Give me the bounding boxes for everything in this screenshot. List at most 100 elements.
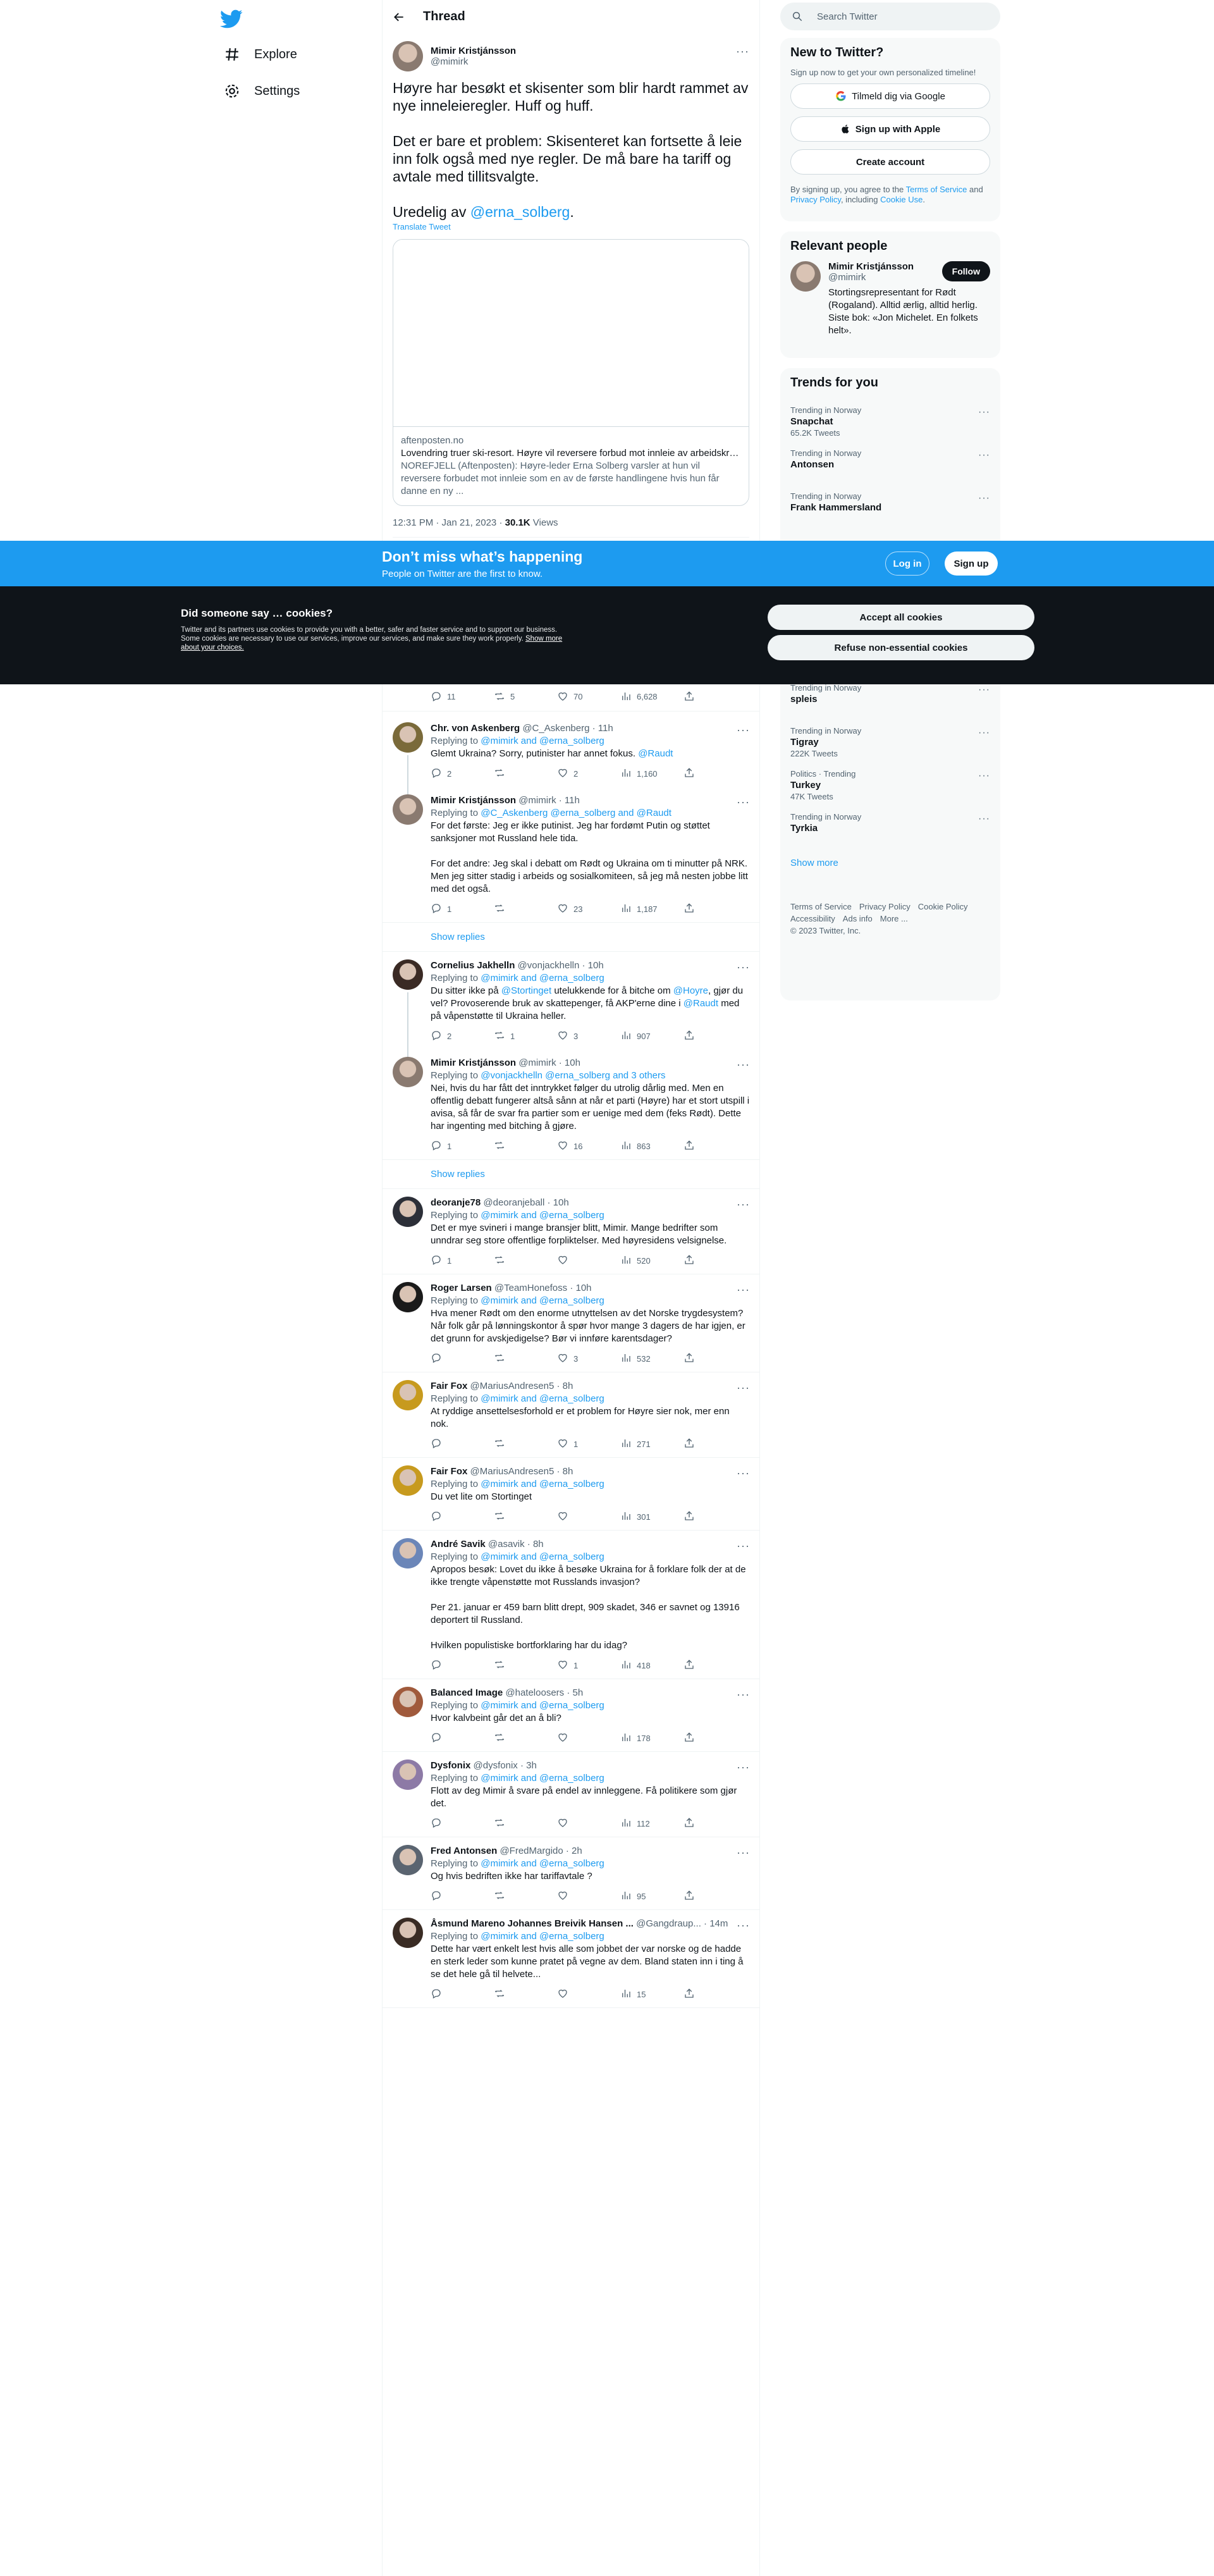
avatar[interactable]	[393, 1282, 423, 1312]
avatar[interactable]	[393, 1057, 423, 1087]
like-button[interactable]	[557, 1510, 620, 1524]
more-options-icon[interactable]: ···	[978, 684, 990, 696]
reply-button[interactable]	[431, 1732, 494, 1745]
avatar[interactable]	[393, 959, 423, 990]
reply-button[interactable]: 1	[431, 1254, 494, 1267]
terms-of-service-link[interactable]: Terms of Service	[906, 185, 967, 194]
trend-item[interactable]: Trending in Norway Tigray 222K Tweets ···	[780, 718, 1000, 761]
author-handle[interactable]: @MariusAndresen5 · 8h	[470, 1381, 573, 1391]
share-button[interactable]	[684, 1988, 747, 2001]
author-name[interactable]: deoranje78	[431, 1197, 481, 1208]
avatar[interactable]	[393, 1759, 423, 1790]
share-button[interactable]	[684, 767, 747, 780]
share-button[interactable]	[684, 1817, 747, 1830]
like-button[interactable]	[557, 1988, 620, 2001]
like-button[interactable]	[557, 1890, 620, 1903]
like-button[interactable]: 70	[557, 691, 620, 702]
avatar[interactable]	[393, 41, 423, 71]
replying-to-mentions[interactable]: @mimirk and @erna_solberg	[481, 736, 604, 746]
reply-tweet[interactable]: Cornelius Jakhelln @vonjackhelln · 10h ··…	[383, 952, 760, 1057]
views-button[interactable]: 418	[620, 1659, 684, 1672]
reply-button[interactable]	[431, 1510, 494, 1524]
author-handle[interactable]: @dysfonix · 3h	[474, 1760, 537, 1771]
retweet-button[interactable]: 1	[494, 1030, 557, 1043]
follow-button[interactable]: Follow	[941, 261, 990, 281]
retweet-button[interactable]	[494, 1988, 557, 2001]
more-options-icon[interactable]: ···	[978, 407, 990, 418]
reply-button[interactable]	[431, 1438, 494, 1451]
share-button[interactable]	[684, 1732, 747, 1745]
more-options-icon[interactable]: ···	[737, 1283, 750, 1297]
reply-button[interactable]	[431, 1352, 494, 1365]
reply-button[interactable]	[431, 1988, 494, 2001]
like-button[interactable]: 1	[557, 1659, 620, 1672]
footer-link[interactable]: Ads info	[843, 914, 873, 923]
back-arrow-icon[interactable]	[393, 11, 405, 23]
more-options-icon[interactable]: ···	[737, 1761, 750, 1774]
views-button[interactable]: 6,628	[620, 691, 684, 702]
cookie-use-link[interactable]: Cookie Use	[880, 195, 923, 204]
replying-to-mentions[interactable]: @mimirk and @erna_solberg	[481, 1551, 604, 1562]
more-options-icon[interactable]: ···	[978, 493, 990, 504]
more-options-icon[interactable]: ···	[737, 961, 750, 974]
replying-to-mentions[interactable]: @mimirk and @erna_solberg	[481, 1479, 604, 1489]
replying-to-mentions[interactable]: @mimirk and @erna_solberg	[481, 1295, 604, 1306]
reply-button[interactable]: 11	[431, 691, 494, 702]
views-button[interactable]: 1,187	[620, 903, 684, 916]
retweet-button[interactable]	[494, 1352, 557, 1365]
author-handle[interactable]: @hateloosers · 5h	[505, 1687, 583, 1698]
retweet-button[interactable]	[494, 1254, 557, 1267]
author-name[interactable]: Dysfonix	[431, 1760, 470, 1771]
reply-tweet[interactable]: Roger Larsen @TeamHonefoss · 10h ··· Reply…	[383, 1274, 760, 1372]
like-button[interactable]	[557, 1732, 620, 1745]
trend-item[interactable]: Trending in Norway Frank Hammersland ···	[780, 484, 1000, 527]
retweet-button[interactable]	[494, 1732, 557, 1745]
retweet-button[interactable]: 5	[494, 691, 557, 702]
reply-tweet[interactable]: Fair Fox @MariusAndresen5 · 8h ··· Replyin…	[383, 1372, 760, 1458]
like-button[interactable]: 2	[557, 767, 620, 780]
replying-to-mentions[interactable]: @mimirk and @erna_solberg	[481, 1858, 604, 1869]
footer-link[interactable]: Cookie Policy	[918, 902, 968, 911]
share-button[interactable]	[684, 691, 747, 702]
author-handle[interactable]: @asavik · 8h	[488, 1539, 544, 1550]
author-handle[interactable]: @MariusAndresen5 · 8h	[470, 1466, 573, 1477]
footer-link[interactable]: More ...	[880, 914, 908, 923]
avatar[interactable]	[790, 261, 821, 292]
reply-button[interactable]: 1	[431, 1140, 494, 1153]
reply-tweet[interactable]: Fair Fox @MariusAndresen5 · 8h ··· Replyin…	[383, 1458, 760, 1531]
reply-button[interactable]	[431, 1659, 494, 1672]
views-button[interactable]: 271	[620, 1438, 684, 1451]
views-button[interactable]: 178	[620, 1732, 684, 1745]
apple-signup-button[interactable]: Sign up with Apple	[790, 116, 990, 142]
more-options-icon[interactable]: ···	[978, 813, 990, 825]
author-name[interactable]: Mimir Kristjánsson	[431, 46, 749, 56]
like-button[interactable]: 23	[557, 903, 620, 916]
like-button[interactable]	[557, 1817, 620, 1830]
author-name[interactable]: André Savik	[431, 1539, 486, 1550]
reply-button[interactable]: 1	[431, 903, 494, 916]
more-options-icon[interactable]: ···	[737, 1058, 750, 1071]
nav-explore[interactable]: Explore	[224, 42, 297, 67]
more-options-icon[interactable]: ···	[978, 770, 990, 782]
show-replies-link[interactable]: Show replies	[383, 923, 760, 952]
avatar[interactable]	[393, 1845, 423, 1875]
author-handle[interactable]: @Gangdraup... · 14m	[636, 1918, 728, 1929]
like-button[interactable]: 3	[557, 1352, 620, 1365]
more-options-icon[interactable]: ···	[737, 796, 750, 809]
trend-item[interactable]: Trending in Norway Snapchat 65.2K Tweets ··…	[780, 398, 1000, 441]
reply-tweet[interactable]: Mimir Kristjánsson @mimirk · 10h ··· Reply…	[383, 1049, 760, 1160]
avatar[interactable]	[393, 1197, 423, 1227]
create-account-button[interactable]: Create account	[790, 149, 990, 175]
mention-link[interactable]: @Stortinget	[501, 985, 551, 996]
accept-cookies-button[interactable]: Accept all cookies	[768, 605, 1034, 630]
avatar[interactable]	[393, 794, 423, 825]
mention-link[interactable]: @Raudt	[638, 748, 673, 759]
reply-tweet[interactable]: deoranje78 @deoranjeball · 10h ··· Replyin…	[383, 1189, 760, 1274]
replying-to-mentions[interactable]: @C_Askenberg @erna_solberg and @Raudt	[481, 808, 671, 818]
share-button[interactable]	[684, 1030, 747, 1043]
translate-tweet-link[interactable]: Translate Tweet	[393, 222, 749, 231]
twitter-logo-icon[interactable]	[220, 8, 243, 30]
signup-button[interactable]: Sign up	[945, 552, 998, 576]
replying-to-mentions[interactable]: @mimirk and @erna_solberg	[481, 1931, 604, 1942]
reply-button[interactable]: 2	[431, 767, 494, 780]
